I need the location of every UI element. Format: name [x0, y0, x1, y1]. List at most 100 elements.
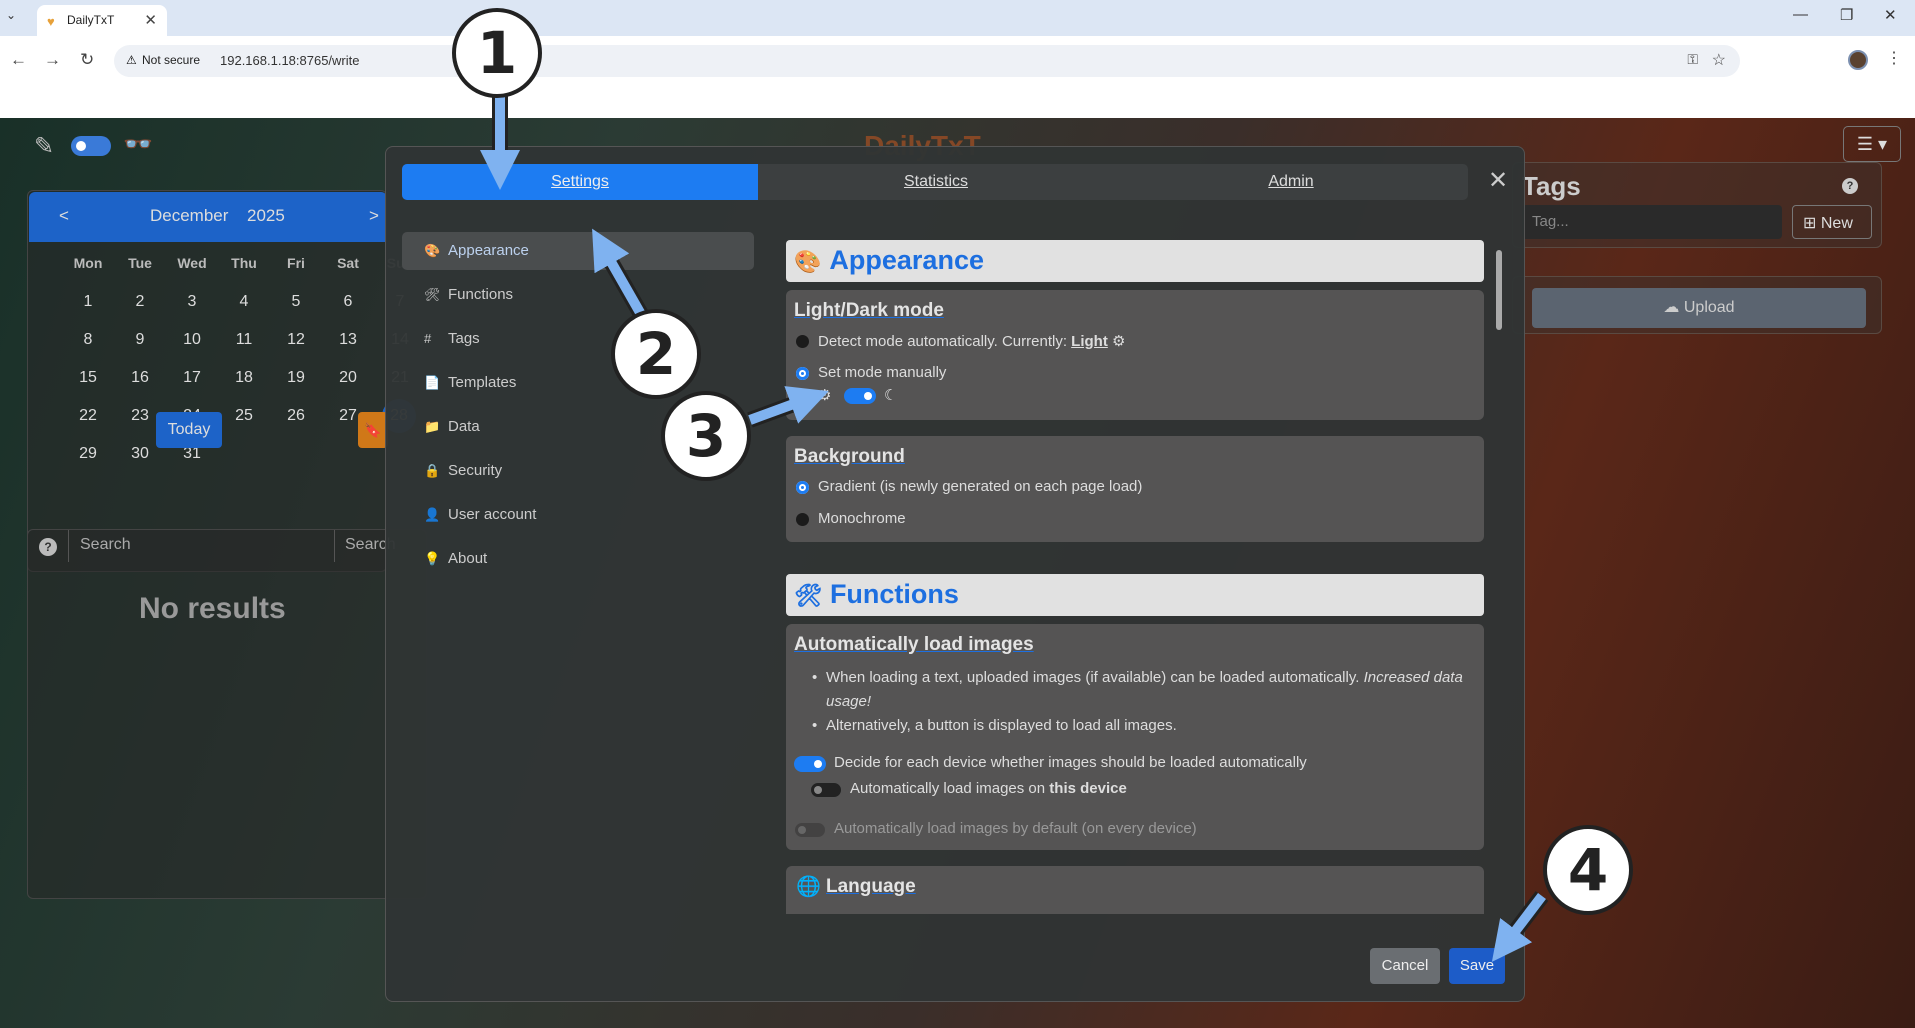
calendar: < December 2025 > MonTueWedThuFriSatSun …	[27, 190, 416, 572]
sidebar-item-user-account[interactable]: 👤 User account	[402, 496, 754, 534]
no-results-text: No results	[139, 592, 286, 625]
search-input[interactable]: Search	[68, 530, 335, 562]
calendar-day[interactable]: 26	[270, 401, 322, 431]
calendar-day[interactable]: 9	[114, 325, 166, 355]
palette-icon: 🎨	[794, 249, 822, 274]
year-input[interactable]: 2025	[247, 206, 285, 226]
detect-mode-label: Detect mode automatically. Currently: Li…	[818, 333, 1126, 350]
tab-search-icon[interactable]: ⌄	[6, 8, 16, 22]
prev-month-button[interactable]: <	[59, 206, 69, 226]
address-bar[interactable]: ⚠ Not secure 192.168.1.18:8765/write ⚿ ☆	[114, 45, 1740, 77]
calendar-day[interactable]: 8	[62, 325, 114, 355]
scrollbar-thumb[interactable]	[1496, 250, 1502, 330]
sidebar-item-label: Templates	[448, 374, 517, 391]
search-help-icon[interactable]: ?	[39, 538, 57, 556]
sidebar-item-tags[interactable]: # Tags	[402, 320, 754, 358]
per-device-switch[interactable]	[794, 756, 826, 772]
upload-button[interactable]: ☁ Upload	[1532, 288, 1866, 328]
bulb-icon: 💡	[424, 551, 441, 566]
day-grid: 1234567891011121314151617181920212223242…	[28, 287, 428, 487]
close-icon[interactable]: ✕	[1488, 166, 1508, 195]
default-every-device-switch[interactable]	[794, 822, 826, 838]
browser-toolbar: ← → ↻ ⚠ Not secure 192.168.1.18:8765/wri…	[0, 36, 1915, 84]
today-button[interactable]: Today	[156, 412, 222, 448]
browser-tab[interactable]: ♥ DailyTxT ✕	[37, 5, 167, 36]
calendar-day[interactable]: 22	[62, 401, 114, 431]
calendar-day[interactable]: 19	[270, 363, 322, 393]
weekday-wed: Wed	[177, 255, 207, 271]
background-title: Background	[794, 446, 905, 467]
write-read-toggle[interactable]	[71, 136, 111, 156]
moon-icon: ☾	[884, 387, 898, 404]
forward-icon[interactable]: →	[44, 50, 61, 70]
calendar-day[interactable]: 17	[166, 363, 218, 393]
browser-menu-icon[interactable]: ⋮	[1886, 48, 1902, 68]
this-device-switch[interactable]	[810, 782, 842, 798]
reload-icon[interactable]: ↻	[80, 50, 94, 70]
calendar-day[interactable]: 25	[218, 401, 270, 431]
sidebar-item-about[interactable]: 💡 About	[402, 540, 754, 578]
cloud-upload-icon: ☁	[1663, 299, 1684, 316]
next-month-button[interactable]: >	[369, 206, 379, 226]
new-tag-button[interactable]: ⊞ New	[1792, 205, 1872, 239]
close-window-icon[interactable]: ✕	[1884, 6, 1897, 24]
content-scrollbar[interactable]	[1494, 234, 1504, 914]
restore-icon[interactable]: ❐	[1840, 6, 1853, 24]
not-secure-label[interactable]: Not secure	[142, 53, 200, 67]
tab-statistics[interactable]: Statistics	[758, 164, 1114, 200]
sidebar-item-appearance[interactable]: 🎨 Appearance	[402, 232, 754, 270]
monochrome-radio[interactable]	[796, 513, 809, 526]
settings-dropdown-button[interactable]: ☰ ▾	[1843, 126, 1901, 162]
password-key-icon[interactable]: ⚿	[1687, 51, 1698, 68]
back-icon[interactable]: ←	[10, 50, 27, 70]
calendar-day[interactable]: 4	[218, 287, 270, 317]
tab-close-icon[interactable]: ✕	[144, 11, 157, 29]
manual-mode-radio[interactable]	[796, 367, 809, 380]
sidebar-item-label: Tags	[448, 330, 480, 347]
calendar-day[interactable]: 20	[322, 363, 374, 393]
glasses-icon[interactable]: 👓	[123, 130, 153, 159]
gradient-radio[interactable]	[796, 481, 809, 494]
autoload-bullet-1: When loading a text, uploaded images (if…	[812, 666, 1466, 714]
calendar-day[interactable]: 29	[62, 439, 114, 469]
calendar-day[interactable]: 12	[270, 325, 322, 355]
hash-icon: #	[424, 331, 432, 346]
tag-input[interactable]: Tag...	[1522, 205, 1782, 239]
step-3-badge: 3	[661, 391, 751, 481]
monochrome-label: Monochrome	[818, 510, 906, 527]
tags-help-icon[interactable]: ?	[1842, 178, 1858, 194]
save-button[interactable]: Save	[1449, 948, 1505, 984]
calendar-day[interactable]: 3	[166, 287, 218, 317]
profile-avatar[interactable]	[1848, 50, 1868, 70]
minimize-icon[interactable]: —	[1793, 6, 1808, 23]
light-dark-box: Light/Dark mode Detect mode automaticall…	[786, 290, 1484, 420]
calendar-day[interactable]: 16	[114, 363, 166, 393]
globe-icon: 🌐	[796, 876, 821, 898]
calendar-day[interactable]: 13	[322, 325, 374, 355]
calendar-day[interactable]: 6	[322, 287, 374, 317]
weekday-sat: Sat	[337, 255, 359, 271]
detect-mode-radio[interactable]	[796, 335, 809, 348]
cancel-button[interactable]: Cancel	[1370, 948, 1440, 984]
calendar-day[interactable]: 18	[218, 363, 270, 393]
pencil-icon[interactable]: ✎	[34, 132, 54, 161]
sidebar-item-label: Appearance	[448, 242, 529, 259]
dark-mode-switch[interactable]	[844, 388, 876, 404]
tab-settings[interactable]: Settings	[402, 164, 758, 200]
calendar-day[interactable]: 1	[62, 287, 114, 317]
bookmark-button[interactable]: 🔖	[358, 412, 388, 448]
calendar-day[interactable]: 10	[166, 325, 218, 355]
calendar-day[interactable]: 15	[62, 363, 114, 393]
warning-icon: ⚠	[126, 53, 137, 67]
sidebar-item-functions[interactable]: 🛠 Functions	[402, 276, 754, 314]
month-select[interactable]: December	[150, 206, 228, 226]
weekday-row: MonTueWedThuFriSatSun	[28, 255, 428, 275]
url-text[interactable]: 192.168.1.18:8765/write	[220, 53, 360, 68]
search-panel	[27, 529, 427, 899]
bookmark-star-icon[interactable]: ☆	[1712, 50, 1726, 70]
tab-admin[interactable]: Admin	[1114, 164, 1468, 200]
functions-heading: Functions	[829, 579, 959, 609]
calendar-day[interactable]: 2	[114, 287, 166, 317]
calendar-day[interactable]: 11	[218, 325, 270, 355]
calendar-day[interactable]: 5	[270, 287, 322, 317]
